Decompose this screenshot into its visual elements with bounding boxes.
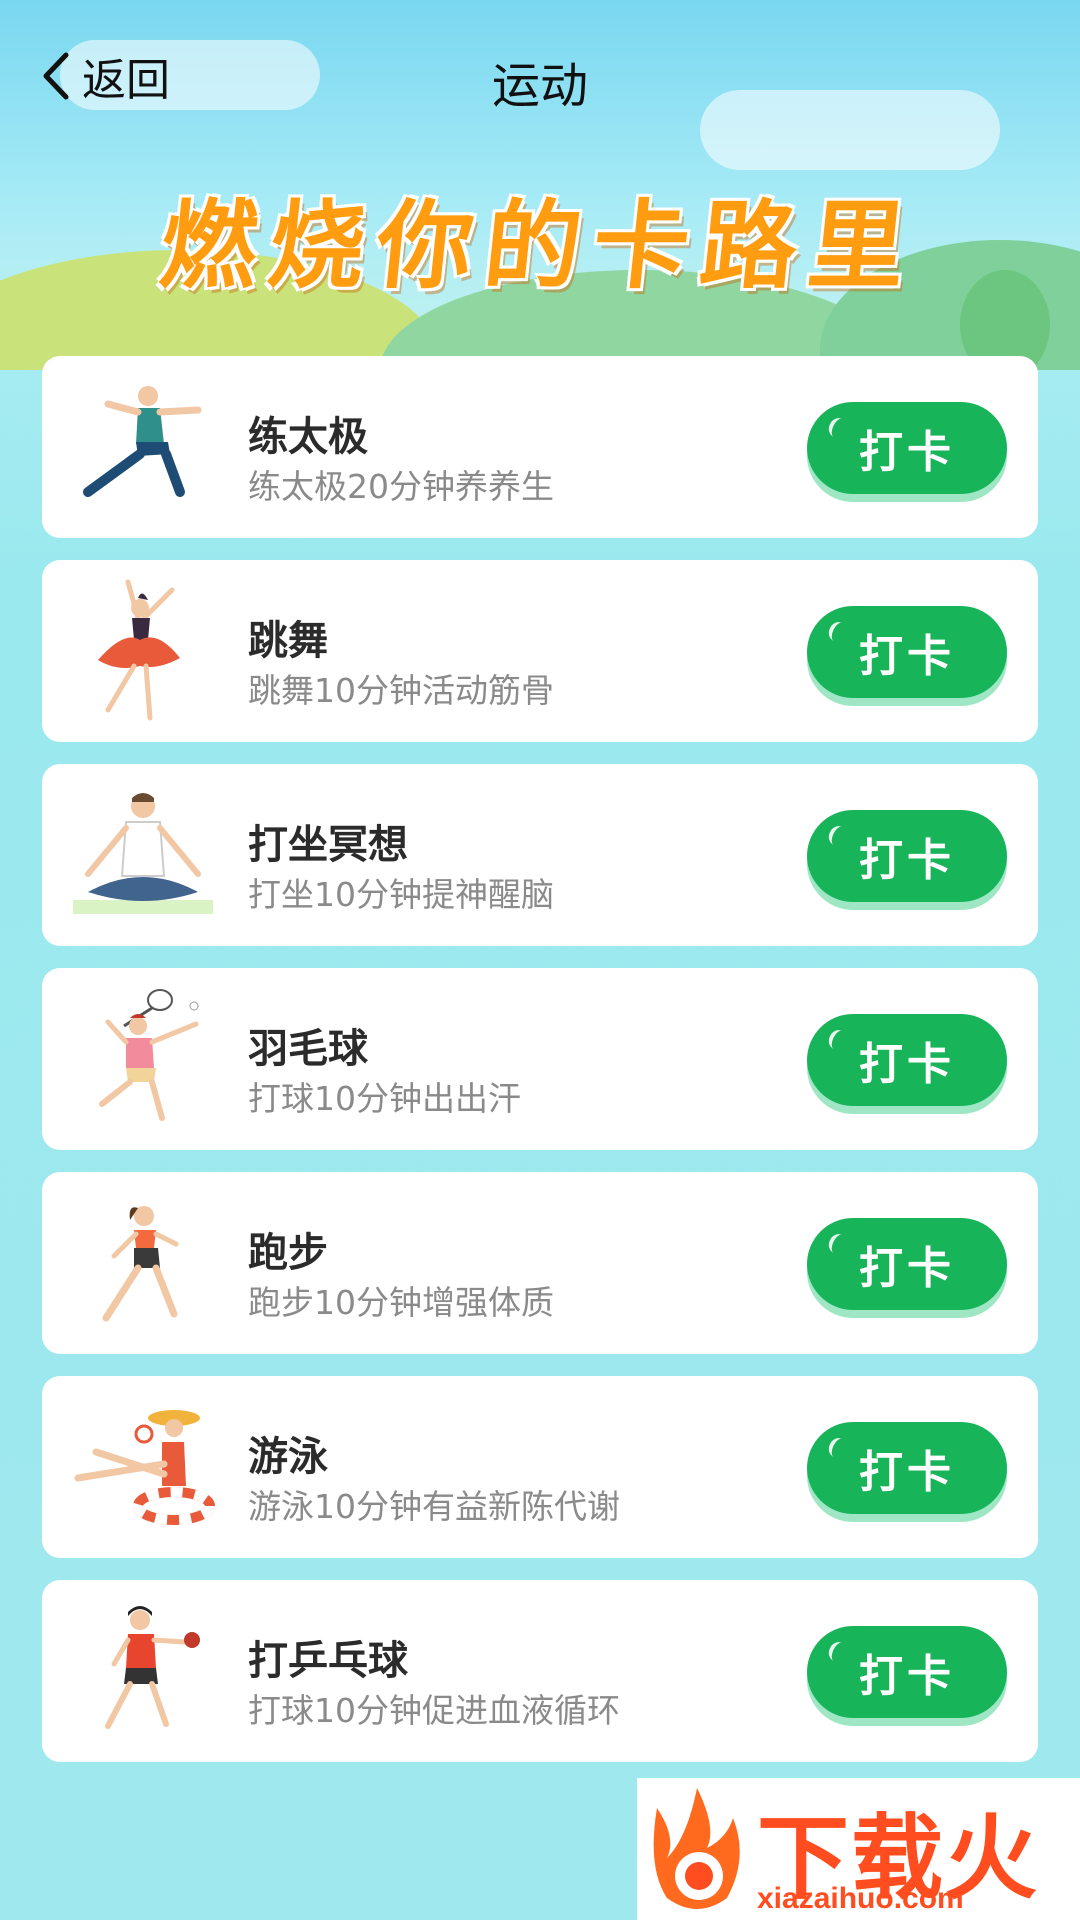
check-in-button[interactable]: 打卡 [807,606,1007,698]
item-title: 游泳 [248,1434,328,1480]
check-in-button[interactable]: 打卡 [807,1626,1007,1718]
item-desc: 跳舞10分钟活动筋骨 [248,671,554,710]
item-title: 跑步 [248,1230,328,1276]
nav-bar: 返回 运动 [0,0,1080,150]
list-item: 打坐冥想 打坐10分钟提神醒脑 打卡 [42,764,1038,946]
item-title: 打坐冥想 [248,822,408,868]
item-desc: 游泳10分钟有益新陈代谢 [248,1487,620,1526]
check-in-button[interactable]: 打卡 [807,810,1007,902]
meditation-figure-icon [73,793,213,914]
item-title: 跳舞 [248,618,328,664]
check-in-button[interactable]: 打卡 [807,1218,1007,1310]
item-title: 羽毛球 [248,1026,368,1072]
check-in-button[interactable]: 打卡 [807,1422,1007,1514]
flame-logo-icon [653,1788,740,1909]
list-item: 羽毛球 打球10分钟出出汗 打卡 [42,968,1038,1150]
dancer-figure-icon [98,579,180,721]
runner-figure-icon [102,1206,179,1322]
list-item: 游泳 游泳10分钟有益新陈代谢 打卡 [42,1376,1038,1558]
tai-chi-figure-icon [83,386,202,497]
item-title: 打乒乓球 [248,1638,408,1684]
item-desc: 打球10分钟出出汗 [248,1079,521,1118]
page-title: 运动 [491,58,588,114]
swimmer-figure-icon [74,1410,215,1525]
watermark-url: xiazaihuo.com [757,1882,964,1915]
item-desc: 打坐10分钟提神醒脑 [248,875,554,914]
ping-pong-figure-icon [105,1606,200,1729]
check-in-button[interactable]: 打卡 [807,402,1007,494]
badminton-figure-icon [99,989,199,1121]
list-item: 练太极 练太极20分钟养养生 打卡 [42,356,1038,538]
list-item: 打乒乓球 打球10分钟促进血液循环 打卡 [42,1580,1038,1762]
list-item: 跑步 跑步10分钟增强体质 打卡 [42,1172,1038,1354]
item-desc: 打球10分钟促进血液循环 [248,1691,620,1730]
item-desc: 练太极20分钟养养生 [248,467,554,506]
list-item: 跳舞 跳舞10分钟活动筋骨 打卡 [42,560,1038,742]
hero-headline: 燃烧你的卡路里 [155,189,924,302]
item-title: 练太极 [248,414,368,460]
item-desc: 跑步10分钟增强体质 [248,1283,554,1322]
check-in-button[interactable]: 打卡 [807,1014,1007,1106]
activity-list: 练太极 练太极20分钟养养生 打卡 跳舞 跳舞10分钟活动筋骨 打卡 打坐冥想 … [42,356,1038,1784]
watermark-logo: 下载火 xiazaihuo.com [637,1778,1080,1920]
